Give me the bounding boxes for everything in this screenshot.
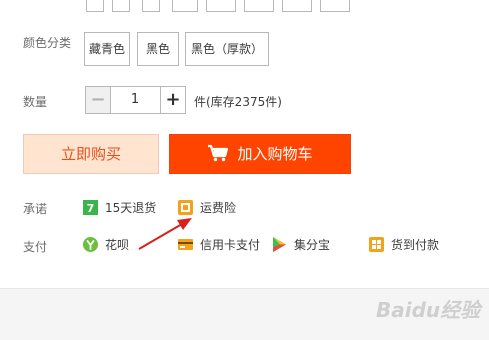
add-to-cart-button[interactable]: 加入购物车: [169, 134, 351, 174]
payment-option-label: 集分宝: [294, 238, 331, 252]
payment-huabei[interactable]: 花呗: [83, 236, 129, 253]
return-7-icon: 7: [83, 200, 98, 215]
stock-text: 件(库存2375件): [194, 95, 282, 109]
svg-text:7: 7: [87, 202, 95, 215]
payment-jifenbao[interactable]: 集分宝: [272, 236, 330, 253]
huabei-icon: [83, 237, 98, 252]
size-chip[interactable]: [86, 0, 104, 12]
size-chip[interactable]: [112, 0, 130, 12]
color-option-navy[interactable]: 藏青色: [84, 32, 130, 66]
service-label: 运费险: [200, 201, 237, 215]
quantity-decrease-button[interactable]: −: [85, 86, 111, 114]
color-option-black-thick[interactable]: 黑色（厚款）: [185, 32, 269, 66]
cart-icon: [208, 144, 229, 162]
payment-option-label: 信用卡支付: [200, 238, 261, 252]
cash-on-delivery-icon: [369, 237, 384, 252]
baidu-watermark: Baidu经验: [376, 298, 481, 322]
size-chip[interactable]: [206, 0, 236, 12]
color-option-black[interactable]: 黑色: [137, 32, 179, 66]
size-chip[interactable]: [282, 0, 312, 12]
size-chip[interactable]: [142, 0, 160, 12]
payment-label: 支付: [23, 240, 48, 254]
promise-label: 承诺: [23, 202, 48, 216]
annotation-arrow: [138, 218, 192, 250]
quantity-increase-button[interactable]: +: [160, 86, 186, 114]
payment-option-label: 花呗: [105, 238, 130, 252]
color-label: 颜色分类: [23, 36, 72, 50]
quantity-label: 数量: [23, 95, 48, 109]
jifenbao-icon: [272, 237, 287, 252]
size-chip[interactable]: [320, 0, 350, 12]
quantity-input[interactable]: 1: [110, 86, 160, 114]
add-to-cart-label: 加入购物车: [237, 145, 313, 163]
payment-option-label: 货到付款: [391, 238, 440, 252]
size-chip[interactable]: [172, 0, 198, 12]
size-chip[interactable]: [244, 0, 274, 12]
payment-cash-on-delivery[interactable]: 货到付款: [369, 236, 439, 253]
buy-now-button[interactable]: 立即购买: [23, 134, 159, 174]
